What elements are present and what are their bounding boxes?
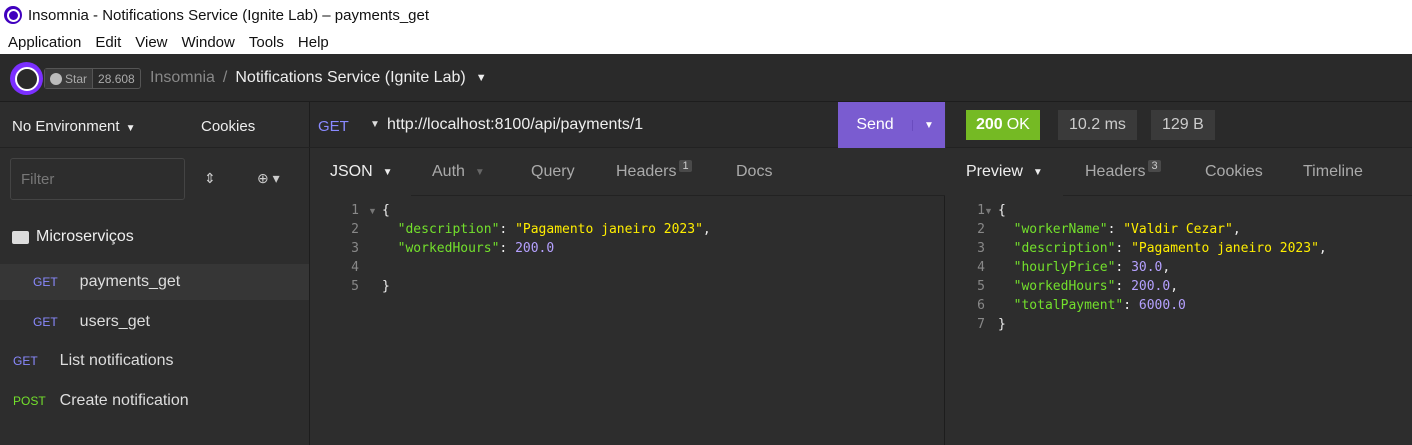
tab-response-cookies[interactable]: Cookies xyxy=(1205,148,1263,196)
sidebar: No Environment ▼ Cookies Filter ⇕ ⊕ ▾ Mic… xyxy=(0,102,310,445)
tab-headers[interactable]: Headers 1 xyxy=(616,148,692,196)
url-input[interactable]: http://localhost:8100/api/payments/1 xyxy=(387,116,643,134)
star-count: 28.608 xyxy=(92,69,140,88)
response-json: { "workerName": "Valdir Cezar", "descrip… xyxy=(998,203,1327,332)
cookies-button[interactable]: Cookies xyxy=(201,118,255,135)
tab-json[interactable]: JSON ▼ xyxy=(310,148,411,196)
response-tabs: Preview ▼ Headers 3 Cookies Timeline xyxy=(946,148,1412,196)
insomnia-brand-icon[interactable] xyxy=(10,62,43,95)
request-name: payments_get xyxy=(79,273,181,290)
filter-input[interactable]: Filter xyxy=(10,158,185,200)
folder-icon xyxy=(12,230,29,244)
menu-view[interactable]: View xyxy=(135,34,167,51)
chevron-down-icon[interactable]: ▼ xyxy=(912,119,945,131)
chevron-down-icon[interactable]: ▼ xyxy=(476,72,487,84)
tab-preview[interactable]: Preview ▼ xyxy=(946,148,1063,196)
folder-microservicos[interactable]: Microserviços xyxy=(12,228,134,246)
tab-timeline[interactable]: Timeline xyxy=(1303,148,1363,196)
headers-count-badge: 1 xyxy=(679,160,692,172)
fold-icon[interactable]: ▼ xyxy=(984,206,993,216)
environment-selector[interactable]: No Environment ▼ xyxy=(12,118,135,135)
request-name: Create notification xyxy=(59,392,189,409)
line-numbers: 1 2 3 4 5 xyxy=(351,203,359,294)
github-icon xyxy=(50,72,62,85)
add-request-icon[interactable]: ⊕ ▾ xyxy=(257,170,280,187)
tab-auth[interactable]: Auth ▼ xyxy=(432,148,485,196)
chevron-down-icon: ▼ xyxy=(125,123,136,134)
insomnia-logo-icon xyxy=(4,6,22,24)
request-body-editor[interactable]: 1 2 3 4 5 ▼ { "description": "Pagamento … xyxy=(310,196,945,445)
request-name: users_get xyxy=(79,313,150,330)
request-item-list-notifications[interactable]: GET List notifications xyxy=(0,343,309,379)
request-method: GET xyxy=(33,315,58,329)
response-time: 10.2 ms xyxy=(1058,110,1137,140)
tab-response-headers[interactable]: Headers 3 xyxy=(1085,148,1161,196)
request-method: GET xyxy=(13,354,38,368)
method-selector[interactable]: GET xyxy=(318,118,349,135)
breadcrumb-workspace[interactable]: Insomnia xyxy=(150,69,215,87)
request-tabs: JSON ▼ Auth ▼ Query Headers 1 Docs xyxy=(310,148,945,196)
headers-count-badge: 3 xyxy=(1148,160,1161,172)
tab-query[interactable]: Query xyxy=(531,148,575,196)
request-name: List notifications xyxy=(59,352,174,369)
chevron-down-icon: ▼ xyxy=(474,166,485,178)
menu-application[interactable]: Application xyxy=(8,34,81,51)
fold-icon[interactable]: ▼ xyxy=(368,206,377,216)
request-item-payments-get[interactable]: GET payments_get xyxy=(0,264,309,300)
menu-help[interactable]: Help xyxy=(298,34,329,51)
menu-tools[interactable]: Tools xyxy=(249,34,284,51)
menu-bar: Application Edit View Window Tools Help xyxy=(0,30,1412,54)
response-size: 129 B xyxy=(1151,110,1215,140)
folder-label: Microserviços xyxy=(36,228,134,245)
status-badge: 200 OK xyxy=(966,110,1040,140)
github-star-button[interactable]: Star 28.608 xyxy=(44,68,141,89)
chevron-down-icon: ▼ xyxy=(382,166,393,178)
chevron-down-icon[interactable]: ▼ xyxy=(370,119,380,130)
sort-icon[interactable]: ⇕ xyxy=(204,170,216,187)
request-item-create-notification[interactable]: POST Create notification xyxy=(0,383,309,419)
menu-window[interactable]: Window xyxy=(182,34,235,51)
breadcrumb-project[interactable]: Notifications Service (Ignite Lab) xyxy=(235,69,465,87)
app-header: Star 28.608 Insomnia / Notifications Ser… xyxy=(0,54,1412,102)
star-label: Star xyxy=(65,71,88,86)
line-numbers: 1 2 3 4 5 6 7 xyxy=(977,203,985,332)
chevron-down-icon: ▼ xyxy=(1032,166,1043,178)
request-method: POST xyxy=(13,394,46,408)
url-bar: GET ▼ http://localhost:8100/api/payments… xyxy=(310,102,945,148)
window-title: Insomnia - Notifications Service (Ignite… xyxy=(28,6,430,24)
send-button[interactable]: Send ▼ xyxy=(838,102,945,148)
send-label: Send xyxy=(856,116,894,133)
menu-edit[interactable]: Edit xyxy=(95,34,121,51)
request-json: { "description": "Pagamento janeiro 2023… xyxy=(382,203,711,294)
response-preview: 1 2 3 4 5 6 7 ▼ { "workerName": "Valdir … xyxy=(946,196,1412,445)
request-item-users-get[interactable]: GET users_get xyxy=(0,304,309,340)
breadcrumb-separator: / xyxy=(222,69,228,86)
request-method: GET xyxy=(33,275,58,289)
response-status-bar: 200 OK 10.2 ms 129 B xyxy=(946,102,1412,148)
breadcrumb: Insomnia / Notifications Service (Ignite… xyxy=(150,69,487,87)
environment-row: No Environment ▼ Cookies xyxy=(0,102,310,148)
tab-docs[interactable]: Docs xyxy=(736,148,772,196)
window-titlebar: Insomnia - Notifications Service (Ignite… xyxy=(0,0,1412,30)
